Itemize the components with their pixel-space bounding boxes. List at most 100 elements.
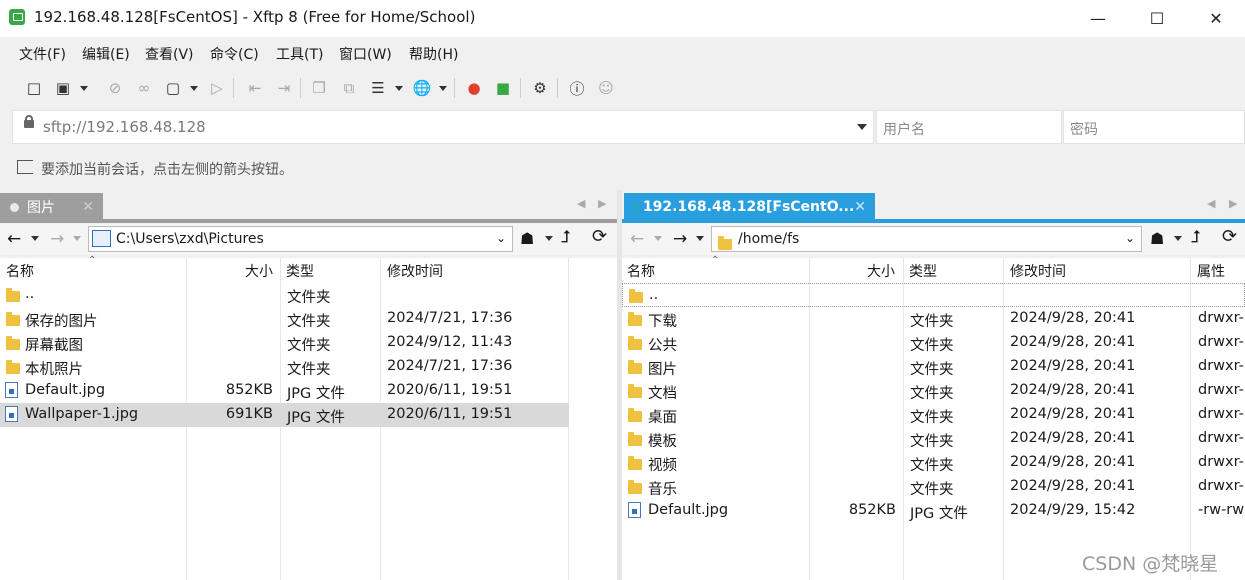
- file-name: 本机照片: [25, 362, 83, 378]
- new-session-icon[interactable]: □: [23, 78, 45, 98]
- bracket-arrow-icon[interactable]: [17, 160, 33, 174]
- password-field[interactable]: 密码: [1063, 110, 1245, 144]
- column-type[interactable]: 类型: [909, 261, 937, 281]
- menu-window[interactable]: 窗口(W): [339, 44, 392, 64]
- tab-local-pictures[interactable]: 图片 ✕: [0, 193, 103, 221]
- help-icon[interactable]: ⓘ: [566, 78, 588, 98]
- list-view-dropdown[interactable]: [395, 86, 403, 91]
- connected-status-dot: [634, 202, 635, 212]
- forward-dropdown[interactable]: [73, 236, 81, 241]
- forward-arrow-icon[interactable]: →: [673, 229, 687, 249]
- forward-arrow-icon[interactable]: →: [50, 229, 64, 249]
- forward-dropdown[interactable]: [696, 236, 704, 241]
- new-window-icon[interactable]: ▢: [162, 78, 184, 98]
- jpg-file-icon: [5, 382, 18, 398]
- xftp-icon[interactable]: ■: [492, 78, 514, 98]
- chevron-down-icon[interactable]: [857, 124, 867, 130]
- list-item[interactable]: 保存的图片 文件夹 2024/7/21, 17:36: [0, 307, 569, 331]
- minimize-button[interactable]: —: [1068, 0, 1128, 37]
- maximize-button[interactable]: ☐: [1127, 0, 1187, 37]
- list-item[interactable]: 音乐 文件夹 2024/9/28, 20:41 drwxr-: [622, 475, 1245, 499]
- column-size[interactable]: 大小: [245, 261, 273, 281]
- column-separator: [1190, 258, 1191, 283]
- chat-icon[interactable]: ☺: [595, 78, 617, 98]
- xshell-icon[interactable]: ●: [463, 78, 485, 98]
- chevron-down-icon[interactable]: ⌄: [1125, 231, 1135, 245]
- menu-view[interactable]: 查看(V): [145, 44, 194, 64]
- list-view-icon[interactable]: ☰: [367, 78, 389, 98]
- folder-icon: [628, 408, 642, 422]
- disconnect-icon[interactable]: ⊘: [104, 78, 126, 98]
- globe-icon[interactable]: 🌐: [411, 78, 433, 98]
- bookmark-icon[interactable]: ☗: [1150, 229, 1164, 248]
- menu-command[interactable]: 命令(C): [210, 44, 259, 64]
- tab-scroll-right-icon[interactable]: ▶: [598, 197, 606, 210]
- tab-scroll-left-icon[interactable]: ◀: [1207, 197, 1215, 210]
- column-type[interactable]: 类型: [286, 261, 314, 281]
- paste-icon[interactable]: ⧉: [338, 78, 360, 98]
- refresh-icon[interactable]: ⟳: [1222, 226, 1237, 247]
- list-item[interactable]: 图片 文件夹 2024/9/28, 20:41 drwxr-: [622, 355, 1245, 379]
- chevron-down-icon[interactable]: ⌄: [496, 231, 506, 245]
- close-icon[interactable]: ✕: [82, 199, 94, 215]
- file-modified: 2024/9/28, 20:41: [1010, 430, 1136, 446]
- column-attributes[interactable]: 属性: [1197, 261, 1225, 281]
- parent-folder-icon[interactable]: ⮥: [1191, 227, 1201, 247]
- tab-remote-session[interactable]: 192.168.48.128[FsCentO... ✕: [624, 193, 875, 221]
- file-modified: 2024/9/28, 20:41: [1010, 310, 1136, 326]
- right-path-input[interactable]: /home/fs ⌄: [711, 226, 1142, 252]
- close-window-button[interactable]: ✕: [1186, 0, 1245, 37]
- menu-help[interactable]: 帮助(H): [409, 44, 458, 64]
- column-size[interactable]: 大小: [867, 261, 895, 281]
- list-item[interactable]: 公共 文件夹 2024/9/28, 20:41 drwxr-: [622, 331, 1245, 355]
- list-item[interactable]: 本机照片 文件夹 2024/7/21, 17:36: [0, 355, 569, 379]
- new-window-dropdown[interactable]: [190, 86, 198, 91]
- bookmark-dropdown[interactable]: [1174, 236, 1182, 241]
- menu-tools[interactable]: 工具(T): [276, 44, 323, 64]
- open-session-icon[interactable]: ▣: [52, 78, 74, 98]
- open-session-dropdown[interactable]: [80, 86, 88, 91]
- menu-file[interactable]: 文件(F): [19, 44, 66, 64]
- username-field[interactable]: 用户名: [876, 110, 1062, 144]
- list-item[interactable]: ..: [622, 283, 1245, 307]
- sort-indicator-icon: ⌃: [88, 255, 97, 266]
- list-item[interactable]: 屏幕截图 文件夹 2024/9/12, 11:43: [0, 331, 569, 355]
- folder-icon: [628, 384, 642, 398]
- column-name[interactable]: 名称: [627, 261, 655, 281]
- back-arrow-icon[interactable]: ←: [630, 229, 644, 249]
- column-name[interactable]: 名称: [6, 261, 34, 281]
- list-item[interactable]: 桌面 文件夹 2024/9/28, 20:41 drwxr-: [622, 403, 1245, 427]
- menu-edit[interactable]: 编辑(E): [82, 44, 130, 64]
- bookmark-dropdown[interactable]: [545, 236, 553, 241]
- gear-icon[interactable]: ⚙: [529, 78, 551, 98]
- bookmark-icon[interactable]: ☗: [520, 229, 534, 248]
- list-item[interactable]: .. 文件夹: [0, 283, 569, 307]
- list-item[interactable]: 模板 文件夹 2024/9/28, 20:41 drwxr-: [622, 427, 1245, 451]
- encoding-dropdown[interactable]: [439, 86, 447, 91]
- address-url[interactable]: sftp://192.168.48.128: [43, 118, 206, 136]
- tab-scroll-right-icon[interactable]: ▶: [1229, 197, 1237, 210]
- list-item[interactable]: 视频 文件夹 2024/9/28, 20:41 drwxr-: [622, 451, 1245, 475]
- refresh-icon[interactable]: ⟳: [592, 226, 607, 247]
- parent-folder-icon[interactable]: ⮥: [561, 227, 571, 247]
- left-path-input[interactable]: C:\Users\zxd\Pictures ⌄: [88, 226, 513, 252]
- file-type: 文件夹: [910, 458, 954, 474]
- column-modified[interactable]: 修改时间: [1010, 261, 1066, 281]
- play-icon[interactable]: ▷: [206, 78, 228, 98]
- upload-icon[interactable]: ⇤: [244, 78, 266, 98]
- list-item[interactable]: 下载 文件夹 2024/9/28, 20:41 drwxr-: [622, 307, 1245, 331]
- list-item[interactable]: Default.jpg 852KB JPG 文件 2020/6/11, 19:51: [0, 379, 569, 403]
- list-item[interactable]: Default.jpg 852KB JPG 文件 2024/9/29, 15:42 -r…: [622, 499, 1245, 523]
- column-separator: [380, 258, 381, 283]
- copy-icon[interactable]: ❐: [308, 78, 330, 98]
- back-dropdown[interactable]: [31, 236, 39, 241]
- tab-scroll-left-icon[interactable]: ◀: [577, 197, 585, 210]
- back-arrow-icon[interactable]: ←: [7, 229, 21, 249]
- download-icon[interactable]: ⇥: [273, 78, 295, 98]
- list-item[interactable]: 文档 文件夹 2024/9/28, 20:41 drwxr-: [622, 379, 1245, 403]
- close-icon[interactable]: ✕: [854, 199, 866, 215]
- link-icon[interactable]: ∞: [133, 78, 155, 98]
- back-dropdown[interactable]: [654, 236, 662, 241]
- list-item[interactable]: Wallpaper-1.jpg 691KB JPG 文件 2020/6/11, 19:…: [0, 403, 569, 427]
- column-modified[interactable]: 修改时间: [387, 261, 443, 281]
